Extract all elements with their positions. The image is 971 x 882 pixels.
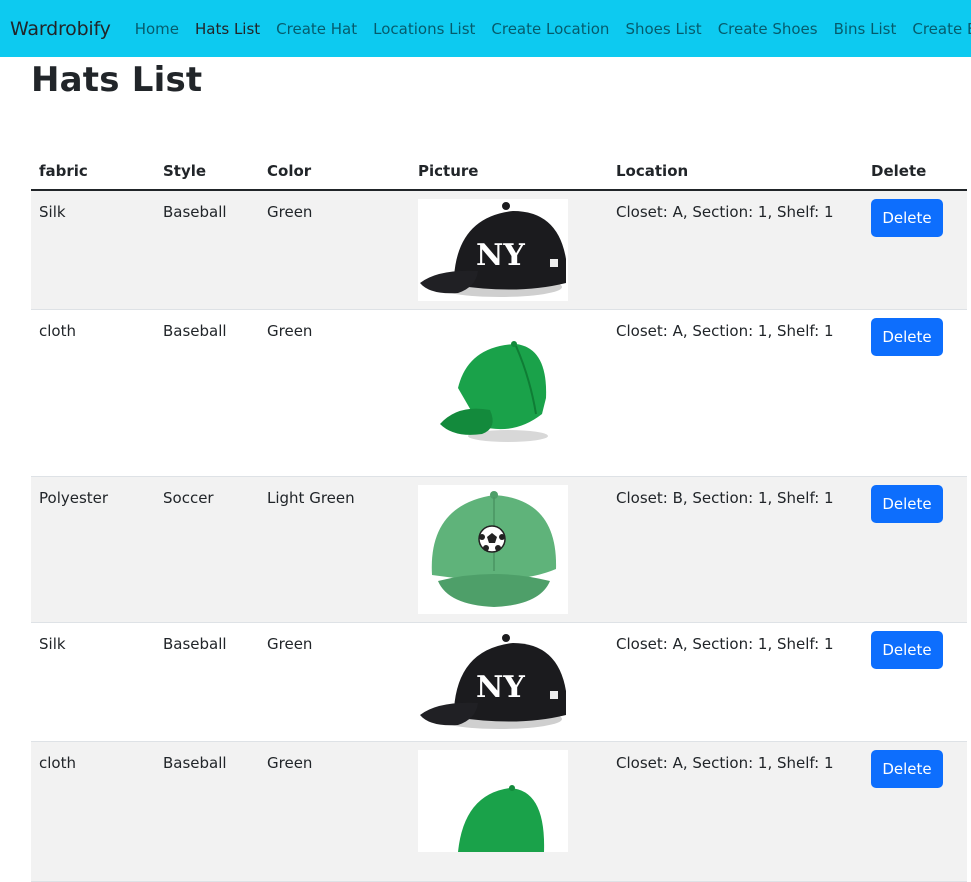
cell-delete: Delete — [863, 622, 967, 742]
delete-button[interactable]: Delete — [871, 318, 943, 356]
green-baseball-cap-image — [440, 341, 548, 442]
cell-picture — [410, 309, 608, 477]
table-row: Silk Baseball Green NY Closet: A, Sectio… — [31, 190, 967, 310]
cell-fabric: cloth — [31, 741, 155, 882]
table-row: cloth Baseball Green Closet: A, Section:… — [31, 309, 967, 477]
cell-location: Closet: A, Section: 1, Shelf: 1 — [608, 741, 863, 882]
delete-button[interactable]: Delete — [871, 631, 943, 669]
nav-link-create-bin[interactable]: Create Bin — [912, 20, 971, 38]
cell-picture: NY — [410, 190, 608, 310]
top-navbar: Wardrobify Home Hats List Create Hat Loc… — [0, 0, 971, 57]
cell-color: Green — [259, 622, 410, 742]
nav-link-shoes-list[interactable]: Shoes List — [625, 20, 701, 38]
table-row: cloth Baseball Green Closet: A, Section:… — [31, 741, 967, 882]
page-title: Hats List — [31, 60, 203, 100]
hats-table: fabric Style Color Picture Location Dele… — [31, 151, 967, 882]
cell-delete: Delete — [863, 309, 967, 477]
cell-style: Baseball — [155, 309, 259, 477]
table-row: Silk Baseball Green NY Closet: A, Sectio… — [31, 622, 967, 742]
cell-location: Closet: A, Section: 1, Shelf: 1 — [608, 622, 863, 742]
cell-color: Green — [259, 741, 410, 882]
delete-button[interactable]: Delete — [871, 199, 943, 237]
black-yankees-cap-image: NY — [420, 634, 566, 729]
cell-fabric: Silk — [31, 622, 155, 742]
cell-location: Closet: B, Section: 1, Shelf: 1 — [608, 476, 863, 623]
svg-text:NY: NY — [476, 670, 525, 705]
cell-picture — [410, 476, 608, 623]
nav-link-create-location[interactable]: Create Location — [491, 20, 609, 38]
nav-link-create-shoes[interactable]: Create Shoes — [718, 20, 818, 38]
nav-link-hats-list[interactable]: Hats List — [195, 20, 260, 38]
light-green-soccer-cap-image — [418, 485, 568, 614]
green-baseball-cap-image — [418, 750, 568, 852]
nav-link-bins-list[interactable]: Bins List — [834, 20, 897, 38]
nav-link-locations-list[interactable]: Locations List — [373, 20, 475, 38]
cell-style: Baseball — [155, 622, 259, 742]
cell-delete: Delete — [863, 741, 967, 882]
cell-color: Light Green — [259, 476, 410, 623]
hats-table-container: fabric Style Color Picture Location Dele… — [31, 151, 967, 882]
brand-link[interactable]: Wardrobify — [10, 18, 111, 40]
header-delete: Delete — [863, 151, 967, 191]
header-fabric: fabric — [31, 151, 155, 191]
cell-color: Green — [259, 309, 410, 477]
cell-picture: NY — [410, 622, 608, 742]
header-style: Style — [155, 151, 259, 191]
cell-color: Green — [259, 190, 410, 310]
header-picture: Picture — [410, 151, 608, 191]
cell-style: Baseball — [155, 741, 259, 882]
cell-picture — [410, 741, 608, 882]
table-header-row: fabric Style Color Picture Location Dele… — [31, 151, 967, 191]
svg-text:NY: NY — [476, 238, 525, 273]
cell-location: Closet: A, Section: 1, Shelf: 1 — [608, 190, 863, 310]
cell-delete: Delete — [863, 476, 967, 623]
cell-fabric: Polyester — [31, 476, 155, 623]
nav-link-home[interactable]: Home — [135, 20, 179, 38]
delete-button[interactable]: Delete — [871, 485, 943, 523]
black-yankees-cap-image: NY — [418, 199, 568, 301]
header-color: Color — [259, 151, 410, 191]
cell-delete: Delete — [863, 190, 967, 310]
nav-link-create-hat[interactable]: Create Hat — [276, 20, 357, 38]
cell-style: Soccer — [155, 476, 259, 623]
cell-location: Closet: A, Section: 1, Shelf: 1 — [608, 309, 863, 477]
header-location: Location — [608, 151, 863, 191]
cell-fabric: Silk — [31, 190, 155, 310]
delete-button[interactable]: Delete — [871, 750, 943, 788]
cell-style: Baseball — [155, 190, 259, 310]
table-row: Polyester Soccer Light Green Closet: B, … — [31, 476, 967, 623]
cell-fabric: cloth — [31, 309, 155, 477]
